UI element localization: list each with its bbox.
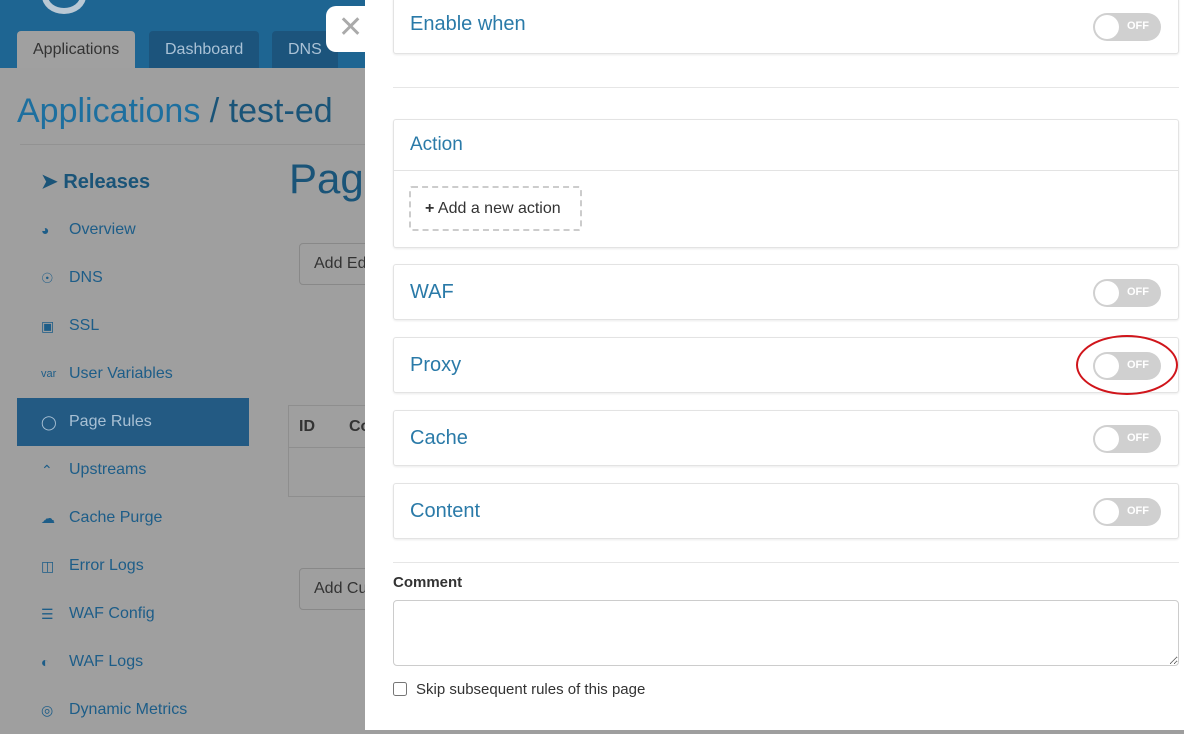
tab-applications[interactable]: Applications	[17, 31, 136, 68]
divider	[393, 87, 1179, 88]
waf-title: WAF	[410, 281, 454, 303]
sidebar-item-label: Upstreams	[69, 461, 147, 478]
action-title: Action	[410, 134, 463, 155]
sidebar-item-dns[interactable]: ☉ DNS	[17, 254, 249, 302]
action-panel: Action + Add a new action	[393, 119, 1179, 248]
highlight-annotation	[1076, 335, 1178, 395]
toggle-state: OFF	[1127, 20, 1149, 32]
waf-panel: WAF OFF	[393, 264, 1179, 320]
enable-when-toggle[interactable]: OFF	[1093, 13, 1161, 41]
add-action-label: Add a new action	[437, 200, 561, 217]
error-log-icon: ◫	[41, 558, 55, 574]
divider	[20, 144, 365, 145]
sidebar-section-label: Releases	[63, 171, 151, 193]
proxy-panel: Proxy OFF	[393, 337, 1179, 393]
sidebar-item-label: Dynamic Metrics	[69, 701, 188, 718]
sidebar-item-overview[interactable]: ◕ Overview	[17, 206, 249, 254]
enable-when-panel: Enable when OFF	[393, 0, 1179, 54]
gauge-icon: ◕	[41, 222, 50, 238]
globe-icon: ☉	[41, 270, 54, 286]
toggle-state: OFF	[1127, 505, 1149, 517]
sidebar-item-label: Page Rules	[69, 413, 152, 430]
comment-textarea[interactable]	[393, 600, 1179, 666]
sidebar-item-page-rules[interactable]: ◯ Page Rules	[17, 398, 249, 446]
skip-subsequent-rules-label[interactable]: Skip subsequent rules of this page	[416, 681, 645, 698]
breadcrumb-separator: /	[209, 92, 220, 130]
close-button[interactable]: ✕	[326, 6, 376, 52]
proxy-title: Proxy	[410, 354, 462, 376]
content-toggle[interactable]: OFF	[1093, 498, 1161, 526]
sidebar-item-dynamic-metrics[interactable]: ◎ Dynamic Metrics	[17, 686, 249, 734]
close-icon: ✕	[338, 11, 364, 44]
sidebar-item-waf-config[interactable]: ☰ WAF Config	[17, 590, 249, 638]
sidebar-item-label: Overview	[69, 221, 136, 238]
tab-dashboard[interactable]: Dashboard	[149, 31, 260, 68]
column-header-id: ID	[299, 418, 315, 435]
comment-label: Comment	[393, 574, 463, 591]
content-title: Content	[410, 500, 481, 522]
cache-panel: Cache OFF	[393, 410, 1179, 466]
compass-icon: ◯	[41, 414, 57, 430]
skip-subsequent-rules-checkbox[interactable]	[393, 682, 407, 696]
toggle-state: OFF	[1127, 432, 1149, 444]
sidebar-item-error-logs[interactable]: ◫ Error Logs	[17, 542, 249, 590]
divider	[393, 562, 1179, 563]
sidebar-item-cache-purge[interactable]: ☁ Cache Purge	[17, 494, 249, 542]
breadcrumb-root[interactable]: Applications	[17, 92, 200, 130]
sidebar-section-releases[interactable]: ➤ Releases	[17, 158, 249, 206]
breadcrumb-current: test-ed	[228, 92, 333, 130]
page-title: Pag	[289, 155, 364, 202]
sidebar-item-upstreams[interactable]: ⌃ Upstreams	[17, 446, 249, 494]
content-panel: Content OFF	[393, 483, 1179, 539]
list-icon: ☰	[41, 606, 54, 622]
sidebar-item-label: Cache Purge	[69, 509, 163, 526]
sidebar-item-user-variables[interactable]: var User Variables	[17, 350, 249, 398]
add-action-button[interactable]: + Add a new action	[409, 186, 582, 231]
sidebar-item-label: Error Logs	[69, 557, 144, 574]
double-chevron-up-icon: ⌃	[41, 462, 53, 478]
paper-plane-icon: ➤	[41, 171, 58, 193]
cloud-icon: ☁	[41, 510, 55, 526]
sidebar-item-label: User Variables	[69, 365, 173, 382]
sidebar-item-label: WAF Logs	[69, 653, 144, 670]
certificate-icon: ▣	[41, 318, 55, 334]
cache-title: Cache	[410, 427, 468, 449]
cache-toggle[interactable]: OFF	[1093, 425, 1161, 453]
plus-icon: +	[425, 200, 435, 217]
breadcrumb: Applications / test-ed	[17, 92, 333, 131]
sidebar-item-ssl[interactable]: ▣ SSL	[17, 302, 249, 350]
toggle-state: OFF	[1127, 286, 1149, 298]
enable-when-title: Enable when	[410, 13, 526, 35]
rules-table: ID Co	[288, 405, 370, 497]
var-icon: var	[41, 368, 57, 380]
bulb-icon: ◎	[41, 702, 54, 718]
sidebar-item-label: DNS	[69, 269, 103, 286]
waf-log-icon: ◐	[41, 654, 50, 670]
sidebar-item-label: SSL	[69, 317, 100, 334]
sidebar-item-waf-logs[interactable]: ◐ WAF Logs	[17, 638, 249, 686]
sidebar-item-label: WAF Config	[69, 605, 155, 622]
logo	[42, 0, 86, 14]
sidebar: ➤ Releases ◕ Overview ☉ DNS ▣ SSL var User V…	[17, 158, 249, 734]
waf-toggle[interactable]: OFF	[1093, 279, 1161, 307]
